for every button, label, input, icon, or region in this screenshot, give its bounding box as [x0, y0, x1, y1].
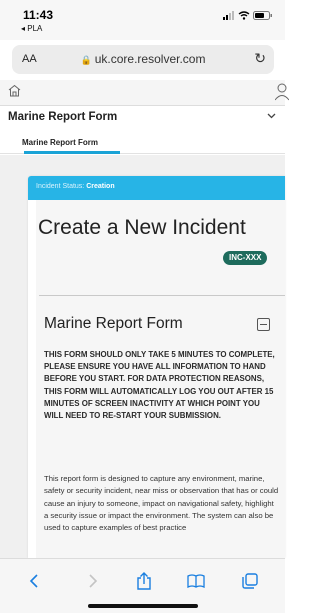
incident-id-badge: INC-XXX [223, 251, 268, 265]
system-icons [223, 11, 273, 20]
back-to-app-link[interactable]: ◂ PLA [21, 24, 42, 33]
form-title: Marine Report Form [8, 111, 118, 123]
signal-icon [223, 11, 234, 20]
back-icon[interactable] [24, 571, 44, 591]
incident-status-value: Creation [86, 183, 115, 190]
divider [39, 295, 285, 296]
app-header [0, 80, 289, 106]
browser-toolbar [0, 558, 285, 613]
tab-bar: Marine Report Form [0, 132, 285, 154]
lock-icon: 🔒 [80, 55, 92, 65]
bookmarks-icon[interactable] [186, 571, 206, 591]
reload-icon[interactable]: ↻ [254, 50, 266, 67]
home-icon[interactable] [8, 84, 21, 97]
form-description-text: This report form is designed to capture … [44, 474, 279, 533]
incident-status-bar: Incident Status: Creation [28, 176, 285, 200]
tabs-icon[interactable] [240, 571, 260, 591]
form-warning-text: THIS FORM SHOULD ONLY TAKE 5 MINUTES TO … [44, 350, 275, 421]
clock: 11:43 [23, 8, 54, 22]
incident-body: Create a New Incident INC-XXX Marine Rep… [36, 200, 285, 558]
share-icon[interactable] [134, 571, 154, 591]
chevron-down-icon[interactable] [267, 112, 276, 119]
status-bar: 11:43 ◂ PLA [0, 0, 285, 40]
collapse-icon[interactable] [257, 318, 270, 331]
tab-marine-report-form[interactable]: Marine Report Form [22, 138, 98, 147]
incident-status-label: Incident Status: [36, 183, 85, 190]
forward-icon[interactable] [83, 571, 103, 591]
page-title: Create a New Incident [38, 216, 246, 239]
wifi-icon [238, 11, 250, 20]
incident-card: Incident Status: Creation Create a New I… [28, 176, 285, 558]
address-bar[interactable]: AA 🔒 uk.core.resolver.com ↻ [12, 45, 274, 74]
user-icon[interactable] [275, 83, 289, 101]
battery-icon [253, 11, 272, 20]
form-selector[interactable]: Marine Report Form [0, 108, 285, 130]
url-text: uk.core.resolver.com [94, 52, 206, 66]
section-title: Marine Report Form [44, 315, 183, 332]
home-indicator[interactable] [88, 604, 198, 608]
active-tab-indicator [24, 151, 120, 154]
